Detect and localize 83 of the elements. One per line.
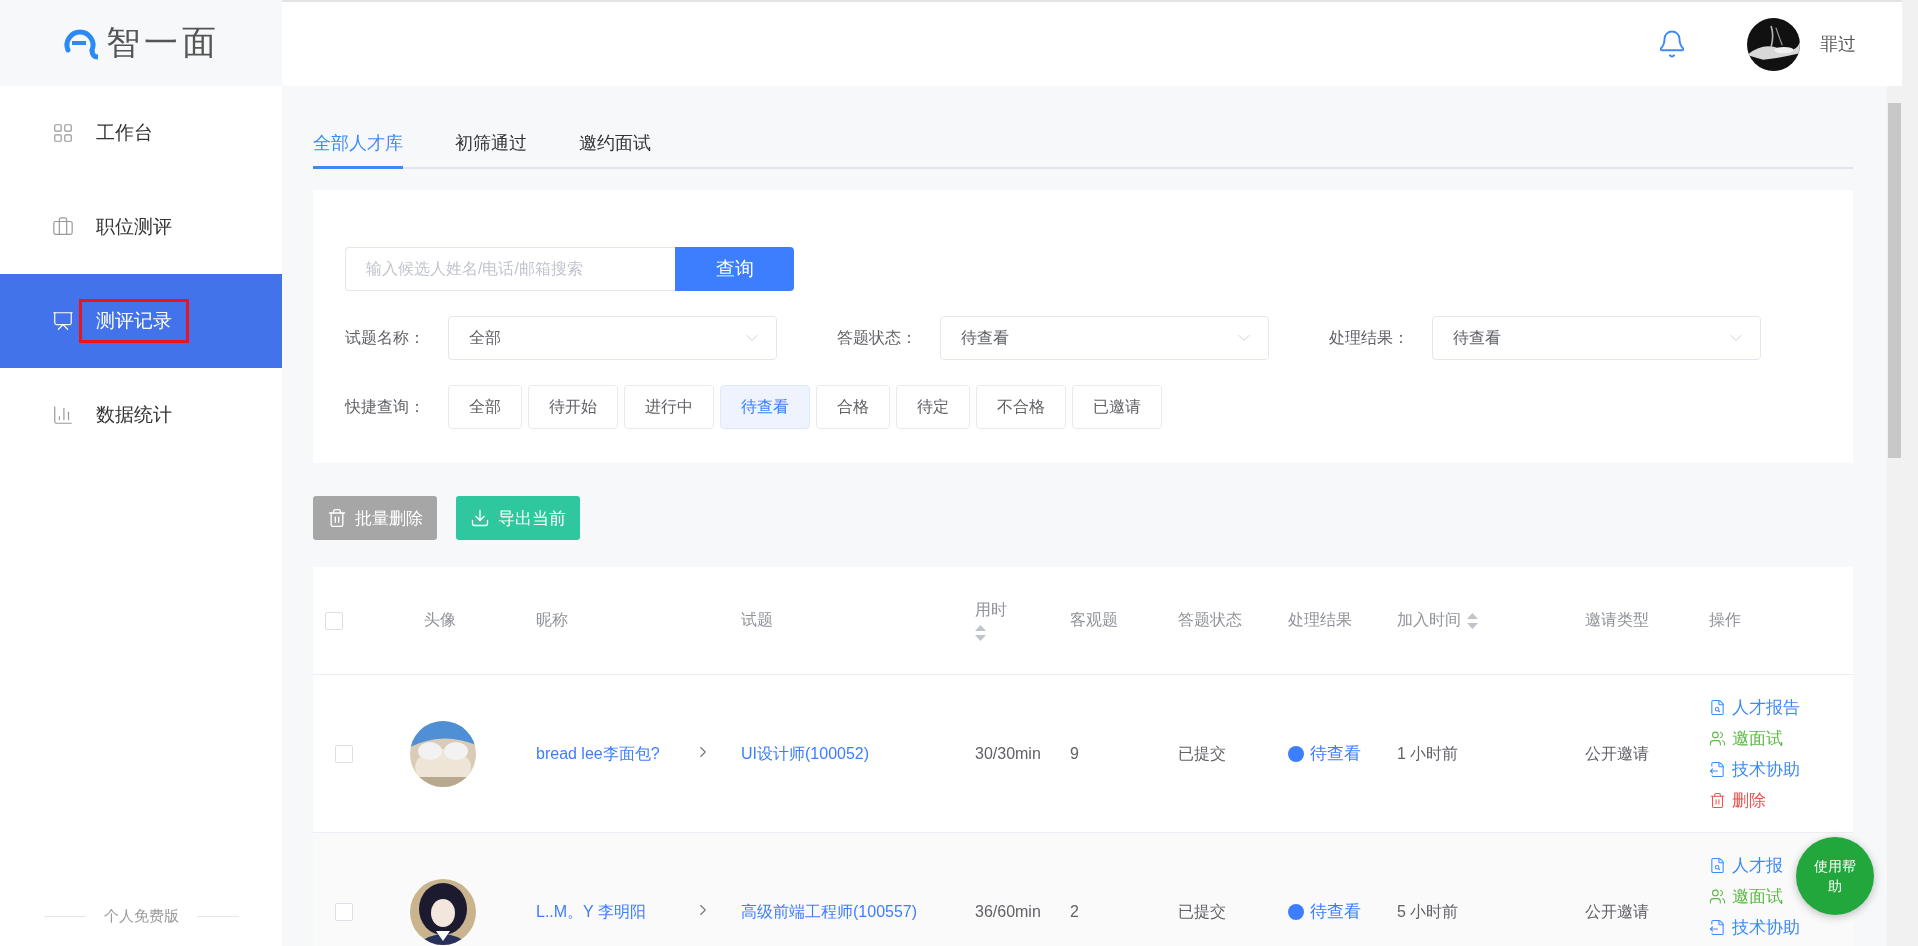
column-header: 操作 [1708, 610, 1742, 630]
filter-select[interactable]: 全部 [448, 316, 777, 360]
row-checkbox[interactable] [335, 902, 353, 921]
quick-filter-button[interactable]: 待查看 [720, 385, 810, 429]
trash-icon [327, 508, 347, 528]
sort-icon[interactable] [975, 625, 986, 641]
column-header: 试题 [740, 610, 774, 630]
column-header: 客观题 [1069, 610, 1119, 630]
tab[interactable]: 全部人才库 [313, 120, 403, 169]
sidebar-label: 数据统计 [95, 403, 173, 427]
filter-label: 答题状态： [837, 327, 918, 348]
quick-filter-button[interactable]: 不合格 [976, 385, 1066, 429]
nickname-link[interactable]: L..M。Y 李明阳 [524, 896, 694, 927]
document-search-icon [1709, 698, 1726, 716]
select-all-checkbox[interactable] [325, 611, 343, 630]
download-icon [470, 508, 490, 528]
document-export-icon [1709, 918, 1726, 936]
action-link[interactable]: 删除 [1709, 784, 1766, 816]
action-link[interactable]: 人才报告 [1709, 691, 1800, 723]
action-link[interactable]: 邀面试 [1709, 722, 1783, 754]
quick-filter-button[interactable]: 已邀请 [1072, 385, 1162, 429]
people-icon [1709, 729, 1726, 747]
grid-icon [52, 122, 74, 144]
filter-label: 处理结果： [1329, 327, 1410, 348]
plan-label: 个人免费版 [103, 906, 179, 926]
question-link[interactable]: 高级前端工程师(100557) [729, 896, 963, 927]
table-cell-text: 9 [1069, 744, 1080, 764]
table-cell-text: 5 小时前 [1396, 902, 1460, 922]
column-header: 处理结果 [1287, 610, 1353, 630]
search-button[interactable]: 查询 [675, 247, 794, 291]
quick-filter-button[interactable]: 进行中 [624, 385, 714, 429]
nickname-link[interactable]: bread lee李面包? [524, 738, 694, 769]
column-header: 昵称 [535, 610, 569, 630]
quick-filter-button[interactable]: 合格 [816, 385, 890, 429]
sidebar-label: 测评记录 [79, 299, 189, 343]
filter-select[interactable]: 待查看 [940, 316, 1269, 360]
quick-filter-button[interactable]: 全部 [448, 385, 522, 429]
sidebar-label: 职位测评 [95, 215, 173, 239]
result-text: 待查看 [1310, 743, 1361, 765]
sidebar-item[interactable]: 测评记录 [0, 274, 282, 368]
table-cell-text: 2 [1069, 902, 1080, 922]
briefcase-icon [52, 216, 74, 238]
document-export-icon [1709, 760, 1726, 778]
filter-label: 试题名称： [345, 327, 426, 348]
sort-icon[interactable] [1467, 612, 1478, 629]
people-icon [1709, 887, 1726, 905]
tab[interactable]: 初筛通过 [455, 120, 527, 169]
column-header[interactable]: 加入时间 [1385, 610, 1573, 631]
document-search-icon [1709, 856, 1726, 874]
bell-icon[interactable] [1657, 29, 1687, 59]
user-name[interactable]: 罪过 [1820, 32, 1856, 56]
column-header: 答题状态 [1177, 610, 1243, 630]
scrollbar[interactable] [1902, 0, 1918, 946]
table-cell-text: 公开邀请 [1584, 902, 1650, 922]
table-cell-text: 已提交 [1177, 744, 1227, 764]
quick-filter-button[interactable]: 待定 [896, 385, 970, 429]
table-cell-text: 36/60min [974, 902, 1042, 922]
filter-select[interactable]: 待查看 [1432, 316, 1761, 360]
search-field[interactable]: 输入候选人姓名/电话/邮箱搜索 [345, 247, 675, 291]
row-checkbox[interactable] [335, 744, 353, 763]
action-link[interactable]: 邀面试 [1709, 880, 1783, 912]
batch-delete-button[interactable]: 批量删除 [313, 496, 437, 540]
column-header: 邀请类型 [1584, 610, 1650, 630]
table-cell-text: 1 小时前 [1396, 744, 1460, 764]
column-header: 头像 [423, 610, 457, 630]
bar-chart-icon [52, 404, 74, 426]
quick-filter-button[interactable]: 待开始 [528, 385, 618, 429]
question-link[interactable]: UI设计师(100052) [729, 738, 963, 769]
table-cell-text: 公开邀请 [1584, 744, 1650, 764]
presentation-icon [52, 310, 74, 332]
table-cell-text: 已提交 [1177, 902, 1227, 922]
sidebar-label: 工作台 [95, 121, 154, 145]
export-button[interactable]: 导出当前 [456, 496, 580, 540]
table-cell-text: 30/30min [974, 744, 1042, 764]
tab[interactable]: 邀约面试 [579, 120, 651, 169]
result-text: 待查看 [1310, 901, 1361, 923]
action-link[interactable]: 技术协助 [1709, 753, 1800, 785]
scrollbar[interactable] [1887, 86, 1902, 946]
filter-label: 快捷查询： [345, 396, 426, 417]
logo-text: 智一面 [106, 22, 220, 63]
trash-icon [1709, 791, 1726, 809]
column-header[interactable]: 用时 [963, 600, 1058, 641]
action-link[interactable]: 人才报 [1709, 849, 1783, 881]
